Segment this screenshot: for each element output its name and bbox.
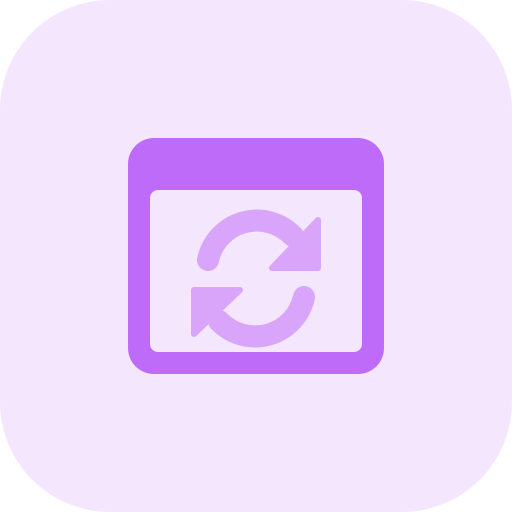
- browser-refresh-icon: [0, 0, 512, 512]
- app-icon-tile: [0, 0, 512, 512]
